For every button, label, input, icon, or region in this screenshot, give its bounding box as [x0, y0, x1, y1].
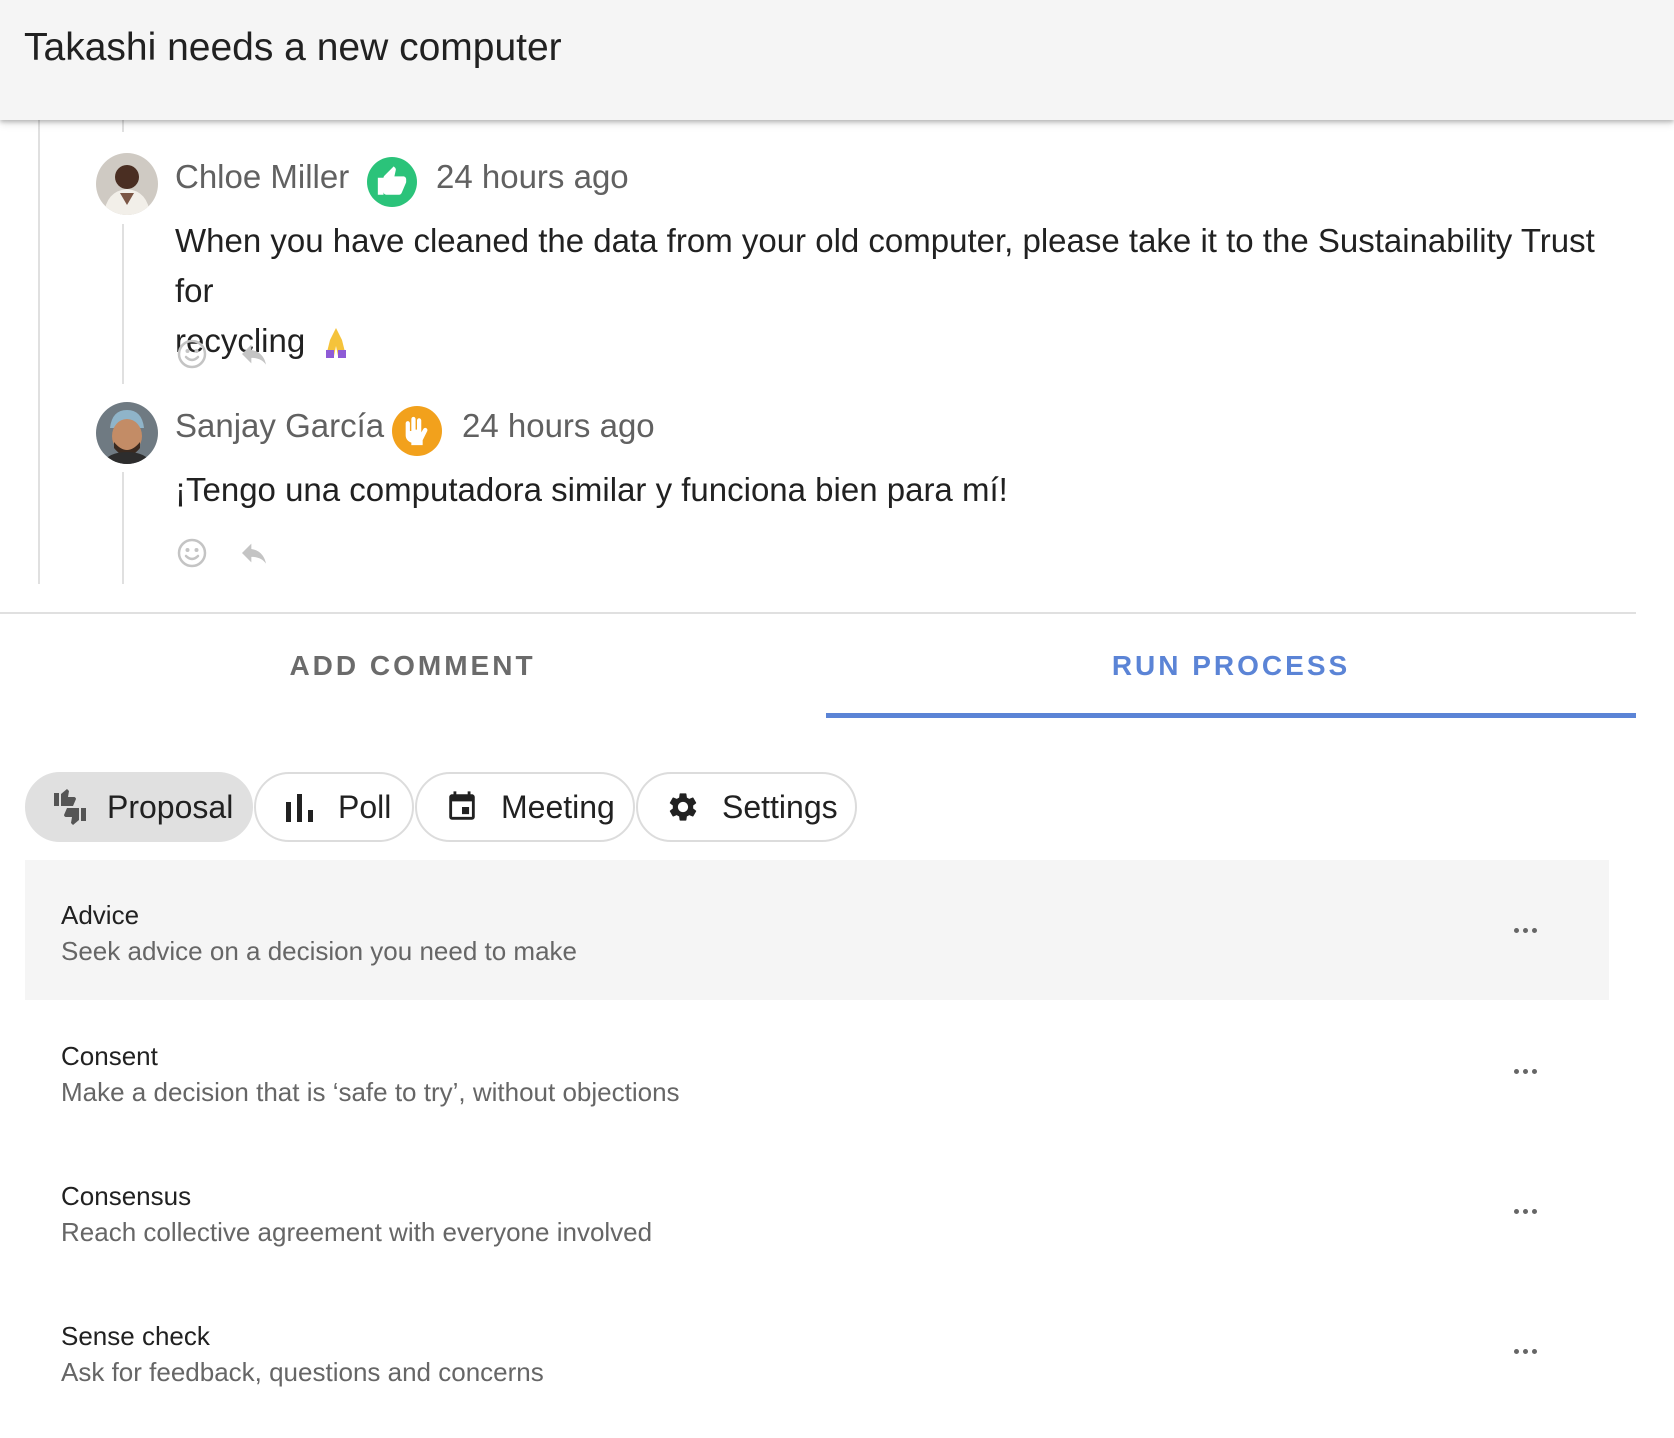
bar-chart-icon [284, 790, 318, 824]
comment-author[interactable]: Sanjay García [175, 407, 384, 445]
comment-body: When you have cleaned the data from your… [175, 216, 1635, 366]
settings-chip[interactable]: Settings [636, 772, 857, 842]
comment-body: ¡Tengo una computadora similar y funcion… [175, 471, 1008, 508]
thread-line-inner [122, 224, 124, 384]
thread-line-inner [122, 120, 124, 132]
chip-label: Settings [722, 788, 838, 825]
folded-hands-icon [323, 324, 349, 358]
chip-label: Poll [338, 788, 392, 825]
template-description: Ask for feedback, questions and concerns [61, 1357, 544, 1387]
reply-icon[interactable] [238, 537, 270, 569]
more-options-icon[interactable] [1505, 1059, 1545, 1083]
reply-icon[interactable] [238, 338, 270, 370]
thread-line-outer [38, 120, 40, 584]
comment-body-line: When you have cleaned the data from your… [175, 222, 1595, 309]
meeting-chip[interactable]: Meeting [415, 772, 635, 842]
thread-line-inner [122, 472, 124, 584]
proposal-thumbs-icon [51, 788, 89, 826]
discussion-title: Takashi needs a new computer [24, 26, 562, 69]
active-tab-indicator [826, 713, 1636, 718]
comment-author[interactable]: Chloe Miller [175, 158, 349, 196]
template-description: Reach collective agreement with everyone… [61, 1217, 653, 1247]
tab-run-process[interactable]: RUN PROCESS [826, 614, 1636, 718]
avatar[interactable] [96, 402, 158, 464]
more-options-icon[interactable] [1505, 1339, 1545, 1363]
template-title: Sense check [61, 1321, 210, 1351]
chip-label: Meeting [501, 788, 615, 825]
tab-add-comment[interactable]: ADD COMMENT [0, 614, 825, 718]
more-options-icon[interactable] [1505, 1199, 1545, 1223]
poll-chip[interactable]: Poll [254, 772, 414, 842]
chip-label: Proposal [107, 788, 234, 825]
template-row-consensus[interactable]: Consensus Reach collective agreement wit… [25, 1141, 1609, 1281]
raised-hand-icon [392, 406, 442, 456]
template-row-sense-check[interactable]: Sense check Ask for feedback, questions … [25, 1281, 1609, 1421]
add-reaction-icon[interactable] [176, 537, 208, 569]
template-title: Consensus [61, 1181, 192, 1211]
template-row-consent[interactable]: Consent Make a decision that is ‘safe to… [25, 1001, 1609, 1141]
template-description: Make a decision that is ‘safe to try’, w… [61, 1077, 680, 1107]
more-options-icon[interactable] [1505, 918, 1545, 942]
template-title: Consent [61, 1041, 158, 1071]
calendar-icon [445, 790, 479, 824]
comment-timestamp[interactable]: 24 hours ago [462, 407, 655, 445]
comment-timestamp[interactable]: 24 hours ago [436, 158, 629, 196]
proposal-chip[interactable]: Proposal [25, 772, 253, 842]
add-reaction-icon[interactable] [176, 338, 208, 370]
comment-body-line: recycling [175, 316, 1635, 366]
template-row-advice[interactable]: Advice Seek advice on a decision you nee… [25, 860, 1609, 1000]
top-bar: Takashi needs a new computer [0, 0, 1674, 120]
gear-icon [666, 790, 700, 824]
thumbs-up-icon [367, 157, 417, 207]
template-description: Seek advice on a decision you need to ma… [61, 936, 578, 966]
avatar[interactable] [96, 153, 158, 215]
template-title: Advice [61, 900, 140, 930]
